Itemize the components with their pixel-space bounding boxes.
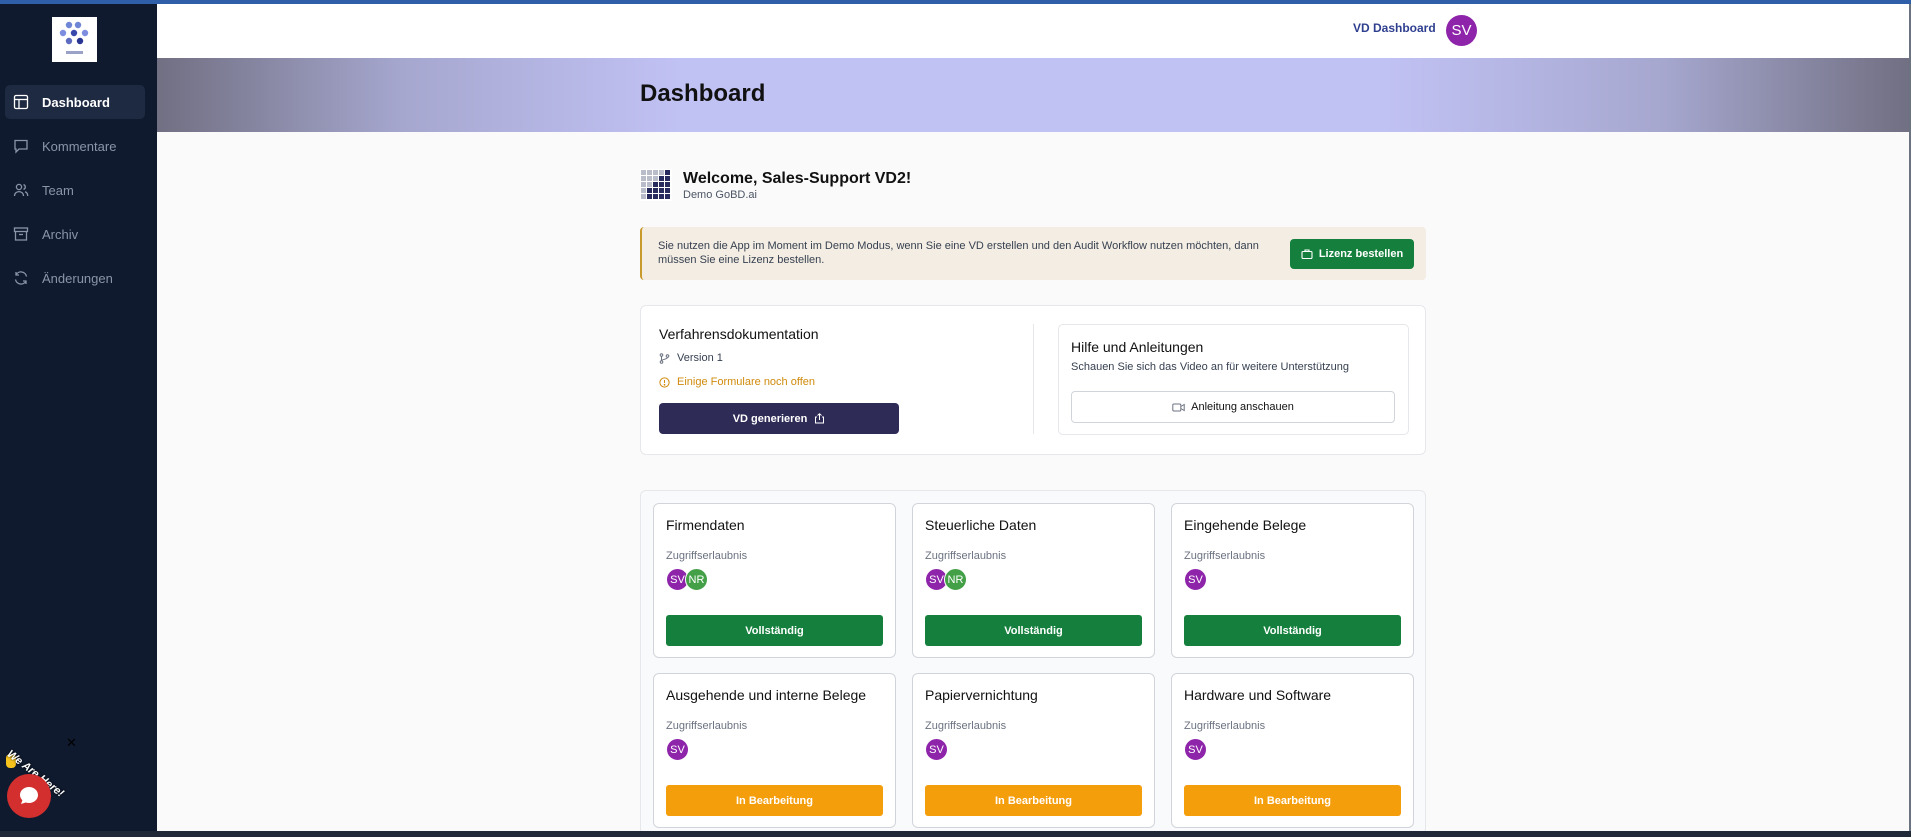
top-bar: VD Dashboard SV xyxy=(157,4,1909,58)
section-card-ausgehende-belege[interactable]: Ausgehende und interne Belege Zugriffser… xyxy=(653,673,896,828)
permission-avatars: SV xyxy=(666,738,689,761)
app-logo[interactable] xyxy=(52,17,97,62)
section-card-firmendaten[interactable]: Firmendaten Zugriffserlaubnis SV NR Voll… xyxy=(653,503,896,658)
sidebar-item-label: Kommentare xyxy=(42,138,117,154)
permission-label: Zugriffserlaubnis xyxy=(925,550,1007,562)
permission-avatars: SV NR xyxy=(666,568,708,591)
section-card-hardware-software[interactable]: Hardware und Software Zugriffserlaubnis … xyxy=(1171,673,1414,828)
refresh-icon xyxy=(14,271,28,285)
help-subtitle: Schauen Sie sich das Video an für weiter… xyxy=(1071,361,1350,373)
sidebar: Dashboard Kommentare Team Archiv Änderun… xyxy=(0,0,157,837)
permission-avatars: SV xyxy=(1184,738,1207,761)
briefcase-icon xyxy=(1301,249,1313,260)
comment-icon xyxy=(14,139,28,154)
welcome-title: Welcome, Sales-Support VD2! xyxy=(683,169,912,187)
section-card-eingehende-belege[interactable]: Eingehende Belege Zugriffserlaubnis SV V… xyxy=(1171,503,1414,658)
section-title: Hardware und Software xyxy=(1184,687,1332,703)
watch-tutorial-button[interactable]: Anleitung anschauen xyxy=(1071,391,1395,423)
avatar[interactable]: NR xyxy=(944,568,967,591)
users-icon xyxy=(13,183,29,197)
section-card-steuerliche-daten[interactable]: Steuerliche Daten Zugriffserlaubnis SV N… xyxy=(912,503,1155,658)
video-icon xyxy=(1172,403,1185,411)
sidebar-nav: Dashboard Kommentare Team Archiv Änderun… xyxy=(0,85,157,305)
help-box: Hilfe und Anleitungen Schauen Sie sich d… xyxy=(1058,324,1409,435)
vd-version: Version 1 xyxy=(659,352,723,364)
status-button[interactable]: In Bearbeitung xyxy=(1184,785,1401,816)
status-button[interactable]: Vollständig xyxy=(925,615,1142,646)
status-button[interactable]: Vollständig xyxy=(666,615,883,646)
company-name: Demo GoBD.ai xyxy=(683,188,757,201)
archive-icon xyxy=(13,227,29,241)
permission-avatars: SV xyxy=(1184,568,1207,591)
section-title: Eingehende Belege xyxy=(1184,517,1307,533)
section-title: Firmendaten xyxy=(666,517,745,533)
page-title: Dashboard xyxy=(640,80,766,107)
status-button[interactable]: In Bearbeitung xyxy=(925,785,1142,816)
permission-avatars: SV xyxy=(925,738,948,761)
chat-bubble-icon xyxy=(20,787,38,804)
status-button[interactable]: In Bearbeitung xyxy=(666,785,883,816)
chat-launcher-button[interactable] xyxy=(7,774,51,818)
sections-grid: Firmendaten Zugriffserlaubnis SV NR Voll… xyxy=(640,490,1426,835)
vd-warning-text: Einige Formulare noch offen xyxy=(677,376,815,388)
vd-version-label: Version 1 xyxy=(677,352,723,364)
generate-vd-button[interactable]: VD generieren xyxy=(659,403,899,434)
demo-alert-text: Sie nutzen die App im Moment im Demo Mod… xyxy=(658,240,1259,266)
chat-close-icon[interactable]: ✕ xyxy=(66,735,77,751)
avatar[interactable]: NR xyxy=(685,568,708,591)
demo-mode-alert: Sie nutzen die App im Moment im Demo Mod… xyxy=(640,227,1426,280)
permission-label: Zugriffserlaubnis xyxy=(666,550,748,562)
hero-banner: Dashboard xyxy=(157,58,1909,132)
section-title: Ausgehende und interne Belege xyxy=(666,687,867,703)
sidebar-item-dashboard[interactable]: Dashboard xyxy=(5,85,145,119)
permission-avatars: SV NR xyxy=(925,568,967,591)
permission-label: Zugriffserlaubnis xyxy=(1184,550,1266,562)
welcome-header: Welcome, Sales-Support VD2! Demo GoBD.ai xyxy=(640,169,911,201)
order-license-label: Lizenz bestellen xyxy=(1318,248,1404,260)
permission-label: Zugriffserlaubnis xyxy=(1184,720,1266,732)
vd-title: Verfahrensdokumentation xyxy=(659,326,819,342)
sidebar-item-kommentare[interactable]: Kommentare xyxy=(5,129,145,163)
avatar[interactable]: SV xyxy=(925,738,948,761)
avatar[interactable]: SV xyxy=(1184,738,1207,761)
layout-icon xyxy=(13,94,29,110)
avatar[interactable]: SV xyxy=(1184,568,1207,591)
permission-label: Zugriffserlaubnis xyxy=(666,720,748,732)
vd-warning: Einige Formulare noch offen xyxy=(659,376,815,388)
order-license-button[interactable]: Lizenz bestellen xyxy=(1290,239,1414,269)
share-icon xyxy=(815,413,825,424)
permission-label: Zugriffserlaubnis xyxy=(925,720,1007,732)
git-branch-icon xyxy=(659,352,670,364)
section-title: Steuerliche Daten xyxy=(925,517,1037,533)
company-logo-icon xyxy=(640,169,672,201)
vd-dashboard-link[interactable]: VD Dashboard xyxy=(1353,21,1436,35)
main-content: Welcome, Sales-Support VD2! Demo GoBD.ai… xyxy=(640,132,1426,835)
sidebar-item-archiv[interactable]: Archiv xyxy=(5,217,145,251)
avatar[interactable]: SV xyxy=(666,738,689,761)
top-accent-bar xyxy=(0,0,1911,4)
sidebar-item-label: Änderungen xyxy=(42,270,113,286)
sidebar-item-aenderungen[interactable]: Änderungen xyxy=(5,261,145,295)
sidebar-item-team[interactable]: Team xyxy=(5,173,145,207)
section-title: Papiervernichtung xyxy=(925,687,1038,703)
generate-vd-label: VD generieren xyxy=(732,412,808,425)
vd-card: Verfahrensdokumentation Version 1 Einige… xyxy=(640,305,1426,455)
section-card-papiervernichtung[interactable]: Papiervernichtung Zugriffserlaubnis SV I… xyxy=(912,673,1155,828)
help-title: Hilfe und Anleitungen xyxy=(1071,339,1204,355)
watch-tutorial-label: Anleitung anschauen xyxy=(1191,401,1294,413)
sidebar-item-label: Archiv xyxy=(42,226,79,242)
taskbar-edge xyxy=(0,831,1911,837)
user-avatar[interactable]: SV xyxy=(1446,15,1477,46)
sidebar-item-label: Team xyxy=(42,182,74,198)
sidebar-item-label: Dashboard xyxy=(42,94,110,110)
status-button[interactable]: Vollständig xyxy=(1184,615,1401,646)
divider xyxy=(1033,324,1034,434)
info-circle-icon xyxy=(659,376,670,388)
